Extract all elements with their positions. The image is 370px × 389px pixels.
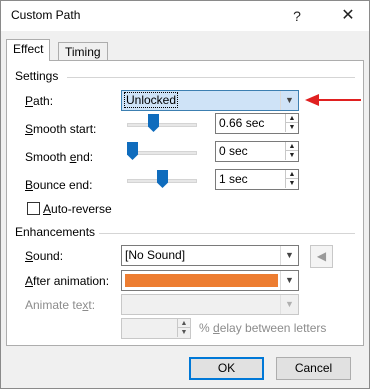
settings-divider xyxy=(67,77,355,78)
smooth-start-track xyxy=(127,123,197,127)
smooth-end-spinner[interactable]: 0 sec ▲ ▼ xyxy=(215,141,299,162)
smooth-start-label: Smooth start: xyxy=(25,122,97,136)
smooth-end-label: Smooth end: xyxy=(25,150,94,164)
bounce-end-slider[interactable] xyxy=(157,170,168,188)
delay-suffix-label: % delay between letters xyxy=(199,321,327,335)
close-icon[interactable]: ✕ xyxy=(337,5,359,27)
sound-select-value: [No Sound] xyxy=(125,248,186,262)
chevron-down-icon[interactable]: ▼ xyxy=(280,295,298,314)
auto-reverse-label[interactable]: Auto-reverse xyxy=(43,202,112,216)
after-animation-select[interactable]: ▼ xyxy=(121,270,299,291)
after-animation-color-swatch xyxy=(125,274,278,287)
animate-text-label: Animate text: xyxy=(25,298,96,312)
smooth-start-slider[interactable] xyxy=(148,114,159,132)
chevron-down-icon[interactable]: ▼ xyxy=(280,271,298,290)
settings-group-label: Settings xyxy=(15,69,59,83)
tab-effect[interactable]: Effect xyxy=(6,39,51,61)
sound-label: Sound: xyxy=(25,249,64,263)
title-bar: Custom Path ? ✕ xyxy=(1,1,369,31)
cancel-button[interactable]: Cancel xyxy=(276,357,351,380)
path-select[interactable]: Unlocked ▼ xyxy=(121,90,299,111)
smooth-end-slider[interactable] xyxy=(127,142,138,160)
chevron-down-icon[interactable]: ▼ xyxy=(280,246,298,265)
custom-path-dialog: Custom Path ? ✕ Effect Timing Settings P… xyxy=(0,0,370,389)
path-label: Path: xyxy=(25,94,54,108)
chevron-down-icon[interactable]: ▼ xyxy=(280,91,298,110)
sound-select[interactable]: [No Sound] ▼ xyxy=(121,245,299,266)
bounce-end-value[interactable]: 1 sec xyxy=(219,172,248,186)
smooth-start-value[interactable]: 0.66 sec xyxy=(219,116,264,130)
bounce-end-spinner[interactable]: 1 sec ▲ ▼ xyxy=(215,169,299,190)
caret-down-icon[interactable]: ▼ xyxy=(285,123,298,132)
enhancements-divider xyxy=(99,233,355,234)
tab-timing[interactable]: Timing xyxy=(58,42,108,61)
path-select-value: Unlocked xyxy=(123,92,179,108)
after-animation-label: After animation: xyxy=(25,274,110,288)
path-label-text: ath: xyxy=(33,94,54,108)
caret-up-icon[interactable]: ▲ xyxy=(285,142,298,151)
caret-up-icon[interactable]: ▲ xyxy=(285,170,298,179)
caret-up-icon[interactable]: ▲ xyxy=(285,114,298,123)
delay-spinner[interactable]: ▲ ▼ xyxy=(121,318,191,339)
ok-button[interactable]: OK xyxy=(189,357,264,380)
auto-reverse-checkbox[interactable] xyxy=(27,202,40,215)
enhancements-group-label: Enhancements xyxy=(15,225,96,239)
annotation-arrow-icon xyxy=(305,94,361,106)
speaker-icon[interactable]: ◀ xyxy=(310,245,333,268)
window-title: Custom Path xyxy=(11,8,81,22)
animate-text-select[interactable]: ▼ xyxy=(121,294,299,315)
smooth-end-value[interactable]: 0 sec xyxy=(219,144,248,158)
effect-tab-panel: Settings Path: Unlocked ▼ Smooth start: … xyxy=(6,60,364,346)
caret-up-icon[interactable]: ▲ xyxy=(177,319,190,328)
caret-down-icon[interactable]: ▼ xyxy=(285,179,298,188)
help-icon[interactable]: ? xyxy=(286,5,308,27)
caret-down-icon[interactable]: ▼ xyxy=(285,151,298,160)
bounce-end-label: Bounce end: xyxy=(25,178,93,192)
smooth-start-spinner[interactable]: 0.66 sec ▲ ▼ xyxy=(215,113,299,134)
caret-down-icon[interactable]: ▼ xyxy=(177,328,190,337)
